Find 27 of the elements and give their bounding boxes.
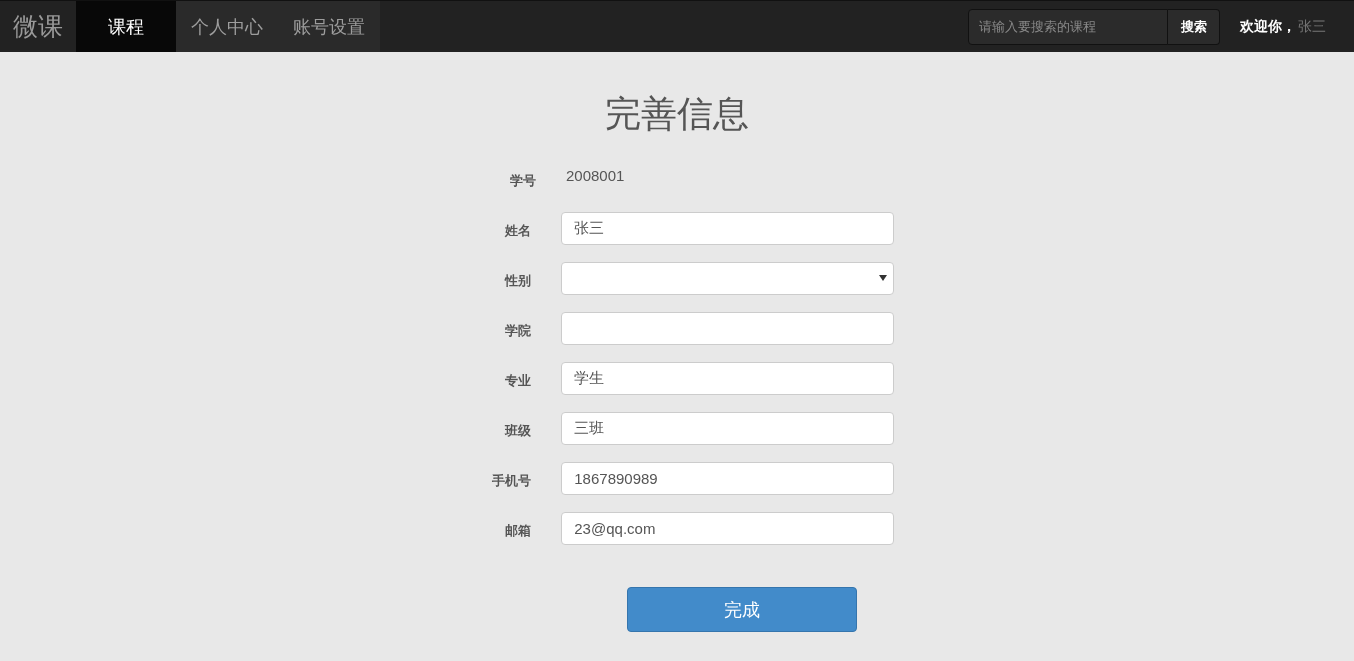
field-label: 学院	[504, 322, 533, 340]
search-field[interactable]: 请输入要搜索的课程	[968, 8, 1168, 45]
page-title: 完善信息	[605, 92, 749, 136]
search-button[interactable]: 搜索	[1168, 8, 1220, 45]
select-field[interactable]	[561, 261, 894, 295]
field-value: 2008001	[566, 166, 625, 184]
field-label: 邮箱	[504, 522, 533, 540]
field-label: 性别	[503, 272, 533, 290]
field-label: 姓名	[504, 222, 533, 240]
input-field[interactable]: 学生	[561, 361, 894, 395]
caret-icon	[879, 275, 887, 281]
input-field[interactable]	[561, 311, 894, 345]
input-field[interactable]: 1867890989	[561, 461, 894, 495]
input-field[interactable]: 张三	[561, 211, 894, 245]
nav-tab[interactable]: 个人中心	[176, 1, 278, 52]
brand-logo[interactable]: 微课	[0, 1, 76, 52]
field-label: 手机号	[491, 472, 533, 490]
input-field[interactable]: 三班	[561, 411, 894, 445]
submit-button[interactable]: 完成	[627, 587, 857, 632]
field-label: 学号	[509, 172, 537, 190]
field-label: 班级	[503, 422, 533, 440]
field-label: 专业	[504, 372, 533, 390]
nav-tab[interactable]: 账号设置	[278, 1, 380, 52]
welcome-text: 欢迎你，	[1240, 17, 1296, 36]
nav-tab[interactable]: 课程	[76, 1, 176, 52]
input-field[interactable]: 23@qq.com	[561, 511, 894, 545]
user-link[interactable]: 张三	[1298, 17, 1326, 36]
